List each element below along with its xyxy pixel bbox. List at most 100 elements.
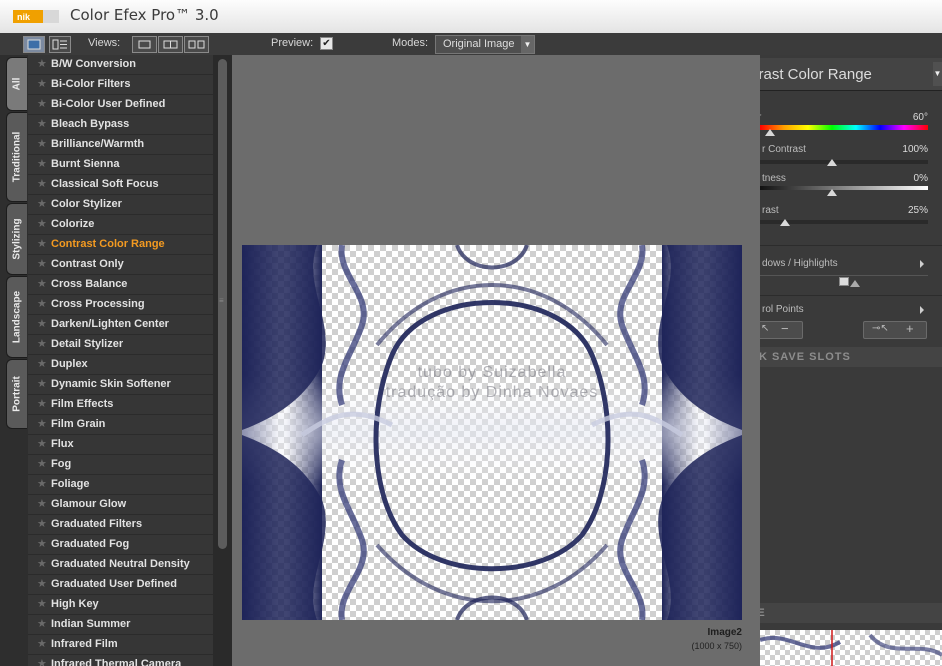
- color-contrast-track[interactable]: [760, 160, 928, 164]
- loupe-header[interactable]: PE: [760, 603, 942, 623]
- filter-list-scrollbar[interactable]: [213, 55, 232, 666]
- filter-list-item[interactable]: ★ Flux: [28, 435, 213, 454]
- favorite-star-icon[interactable]: ★: [37, 597, 47, 610]
- brightness-track[interactable]: [760, 186, 928, 190]
- filter-list-item[interactable]: ★ Infrared Thermal Camera: [28, 655, 213, 666]
- filter-list-item[interactable]: ★ Film Grain: [28, 415, 213, 434]
- filter-list-item[interactable]: ★ Graduated Neutral Density: [28, 555, 213, 574]
- preview-checkbox[interactable]: ✔: [320, 37, 333, 50]
- filter-list-item[interactable]: ★ Foliage: [28, 475, 213, 494]
- favorite-star-icon[interactable]: ★: [37, 137, 47, 150]
- filter-list: ★ B/W Conversion ★ Bi-Color Filters ★ Bi-Colo…: [28, 55, 213, 666]
- favorite-star-icon[interactable]: ★: [37, 657, 47, 666]
- view-single-button[interactable]: [132, 36, 157, 53]
- single-image-view-button[interactable]: [23, 36, 45, 53]
- shadows-track[interactable]: [760, 275, 928, 276]
- filter-list-item[interactable]: ★ Color Stylizer: [28, 195, 213, 214]
- favorite-star-icon[interactable]: ★: [37, 397, 47, 410]
- list-view-button[interactable]: [49, 36, 71, 53]
- filter-list-item[interactable]: ★ Graduated User Defined: [28, 575, 213, 594]
- favorite-star-icon[interactable]: ★: [37, 97, 47, 110]
- filter-list-item[interactable]: ★ Graduated Filters: [28, 515, 213, 534]
- tab-landscape[interactable]: Landscape: [6, 276, 27, 358]
- favorite-star-icon[interactable]: ★: [37, 557, 47, 570]
- favorite-star-icon[interactable]: ★: [37, 517, 47, 530]
- filter-list-item[interactable]: ★ Dynamic Skin Softener: [28, 375, 213, 394]
- loupe-view[interactable]: [760, 630, 942, 666]
- filter-list-item[interactable]: ★ Bleach Bypass: [28, 115, 213, 134]
- favorite-star-icon[interactable]: ★: [37, 57, 47, 70]
- filter-list-item[interactable]: ★ Film Effects: [28, 395, 213, 414]
- hue-slider-track[interactable]: [760, 125, 928, 130]
- favorite-star-icon[interactable]: ★: [37, 237, 47, 250]
- favorite-star-icon[interactable]: ★: [37, 577, 47, 590]
- control-point-icon: ⊸↖: [872, 323, 889, 334]
- favorite-star-icon[interactable]: ★: [37, 257, 47, 270]
- favorite-star-icon[interactable]: ★: [37, 217, 47, 230]
- favorite-star-icon[interactable]: ★: [37, 337, 47, 350]
- resize-grip-icon[interactable]: ≡: [219, 296, 225, 308]
- filter-list-item[interactable]: ★ Bi-Color User Defined: [28, 95, 213, 114]
- contrast-thumb[interactable]: [780, 219, 790, 226]
- favorite-star-icon[interactable]: ★: [37, 417, 47, 430]
- hue-slider-thumb[interactable]: [765, 129, 775, 136]
- favorite-star-icon[interactable]: ★: [37, 377, 47, 390]
- filter-list-item[interactable]: ★ Contrast Color Range: [28, 235, 213, 254]
- filter-list-item[interactable]: ★ B/W Conversion: [28, 55, 213, 74]
- loupe-artwork: [760, 630, 942, 666]
- favorite-star-icon[interactable]: ★: [37, 457, 47, 470]
- color-contrast-thumb[interactable]: [827, 159, 837, 166]
- remove-control-point-button[interactable]: ↖ −: [760, 321, 803, 339]
- view-split-button[interactable]: [158, 36, 183, 53]
- filter-list-item[interactable]: ★ Infrared Film: [28, 635, 213, 654]
- expand-arrow-icon[interactable]: [920, 306, 924, 314]
- filter-list-item[interactable]: ★ Bi-Color Filters: [28, 75, 213, 94]
- filter-list-item[interactable]: ★ Classical Soft Focus: [28, 175, 213, 194]
- filter-list-item[interactable]: ★ Cross Balance: [28, 275, 213, 294]
- view-side-by-side-button[interactable]: [184, 36, 209, 53]
- shadows-handle-icon[interactable]: [839, 277, 849, 286]
- filter-list-item[interactable]: ★ Duplex: [28, 355, 213, 374]
- modes-select[interactable]: Original Image ▼: [435, 35, 535, 54]
- filter-list-item[interactable]: ★ Indian Summer: [28, 615, 213, 634]
- tab-portrait[interactable]: Portrait: [6, 359, 27, 429]
- filter-list-item[interactable]: ★ Darken/Lighten Center: [28, 315, 213, 334]
- favorite-star-icon[interactable]: ★: [37, 297, 47, 310]
- favorite-star-icon[interactable]: ★: [37, 317, 47, 330]
- preview-image[interactable]: tubo by Suizabella tradução by Dinha Nov…: [242, 245, 742, 620]
- favorite-star-icon[interactable]: ★: [37, 197, 47, 210]
- favorite-star-icon[interactable]: ★: [37, 277, 47, 290]
- filter-list-item[interactable]: ★ Fog: [28, 455, 213, 474]
- favorite-star-icon[interactable]: ★: [37, 437, 47, 450]
- tab-traditional[interactable]: Traditional: [6, 112, 27, 202]
- tab-stylizing[interactable]: Stylizing: [6, 203, 27, 275]
- filter-list-item[interactable]: ★ Graduated Fog: [28, 535, 213, 554]
- favorite-star-icon[interactable]: ★: [37, 117, 47, 130]
- favorite-star-icon[interactable]: ★: [37, 157, 47, 170]
- brightness-thumb[interactable]: [827, 189, 837, 196]
- filter-list-item[interactable]: ★ Contrast Only: [28, 255, 213, 274]
- filter-list-item[interactable]: ★ Detail Stylizer: [28, 335, 213, 354]
- quick-save-slots-header[interactable]: CK SAVE SLOTS: [760, 347, 942, 367]
- expand-arrow-icon[interactable]: [920, 260, 924, 268]
- favorite-star-icon[interactable]: ★: [37, 617, 47, 630]
- favorite-star-icon[interactable]: ★: [37, 177, 47, 190]
- filter-list-item[interactable]: ★ Burnt Sienna: [28, 155, 213, 174]
- favorite-star-icon[interactable]: ★: [37, 497, 47, 510]
- filter-list-item[interactable]: ★ Brilliance/Warmth: [28, 135, 213, 154]
- contrast-label: rast: [762, 205, 779, 216]
- favorite-star-icon[interactable]: ★: [37, 477, 47, 490]
- filter-list-item[interactable]: ★ High Key: [28, 595, 213, 614]
- favorite-star-icon[interactable]: ★: [37, 77, 47, 90]
- favorite-star-icon[interactable]: ★: [37, 357, 47, 370]
- add-control-point-button[interactable]: ⊸↖ +: [863, 321, 927, 339]
- highlights-thumb[interactable]: [850, 280, 860, 287]
- filter-list-item[interactable]: ★ Cross Processing: [28, 295, 213, 314]
- filter-list-item[interactable]: ★ Colorize: [28, 215, 213, 234]
- filter-list-item[interactable]: ★ Glamour Glow: [28, 495, 213, 514]
- favorite-star-icon[interactable]: ★: [37, 637, 47, 650]
- tab-all[interactable]: All: [6, 57, 27, 111]
- filter-list-item-label: Brilliance/Warmth: [51, 138, 145, 150]
- favorite-star-icon[interactable]: ★: [37, 537, 47, 550]
- panel-menu-button[interactable]: ▼: [933, 62, 942, 86]
